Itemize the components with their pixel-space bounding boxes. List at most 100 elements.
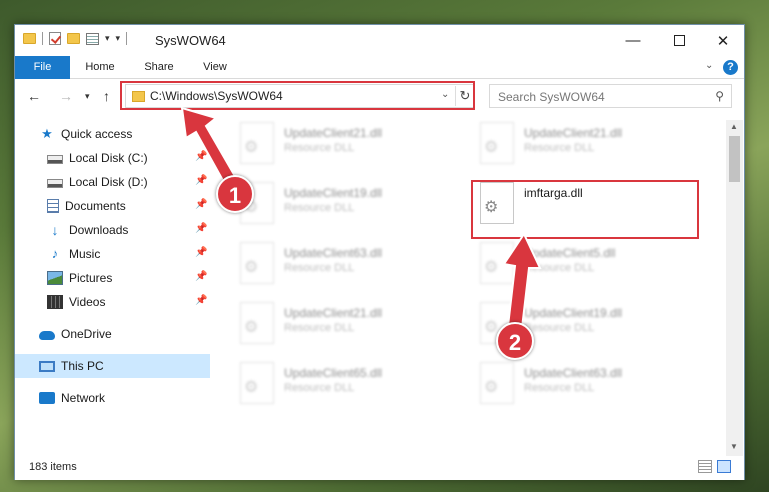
file-item[interactable]: UpdateClient21.dll Resource DLL: [240, 300, 470, 358]
file-name: UpdateClient19.dll: [284, 186, 383, 200]
file-item[interactable]: UpdateClient21.dll Resource DLL: [480, 120, 710, 178]
sidebar-item-label: Network: [61, 391, 106, 405]
sidebar-item-videos[interactable]: Videos 📌: [15, 290, 210, 314]
scroll-down-icon[interactable]: ▼: [730, 442, 738, 451]
file-item[interactable]: UpdateClient63.dll Resource DLL: [240, 240, 470, 298]
sidebar-item-pictures[interactable]: Pictures 📌: [15, 266, 210, 290]
dll-file-icon: [480, 122, 514, 164]
sidebar-item-local-disk-c[interactable]: Local Disk (C:) 📌: [15, 146, 210, 170]
file-name: UpdateClient5.dll: [524, 246, 616, 260]
pin-icon[interactable]: 📌: [195, 223, 207, 234]
status-bar: 183 items: [15, 456, 744, 480]
sidebar-item-label: Videos: [69, 295, 106, 309]
sidebar-item-quick-access[interactable]: ★ Quick access: [15, 122, 210, 146]
file-name: UpdateClient21.dll: [284, 306, 383, 320]
music-icon: ♪: [51, 246, 59, 261]
vertical-scrollbar[interactable]: ▲ ▼: [726, 120, 743, 456]
large-icons-view-icon[interactable]: [717, 460, 731, 473]
disk-icon: [47, 178, 63, 188]
sidebar-item-this-pc[interactable]: This PC: [15, 354, 210, 378]
sidebar-item-label: Local Disk (D:): [69, 175, 148, 189]
download-icon: ↓: [51, 222, 59, 238]
videos-icon: [47, 295, 63, 309]
sidebar-item-local-disk-d[interactable]: Local Disk (D:) 📌: [15, 170, 210, 194]
file-item[interactable]: UpdateClient21.dll Resource DLL: [240, 120, 470, 178]
tab-share[interactable]: Share: [134, 56, 184, 79]
file-type: Resource DLL: [284, 262, 355, 274]
item-count: 183 items: [29, 461, 77, 473]
file-name: UpdateClient65.dll: [284, 366, 383, 380]
scroll-up-icon[interactable]: ▲: [730, 122, 738, 131]
file-type: Resource DLL: [524, 382, 595, 394]
sidebar-item-label: Downloads: [69, 223, 129, 237]
toolbar-separator: [126, 32, 128, 45]
close-button[interactable]: ✕: [700, 25, 746, 56]
file-type: Resource DLL: [524, 142, 595, 154]
cloud-icon: [39, 331, 55, 340]
pin-icon[interactable]: 📌: [195, 175, 207, 186]
quick-access-toolbar: ▾ ▾: [23, 32, 128, 45]
pin-icon[interactable]: 📌: [195, 295, 207, 306]
sidebar-item-documents[interactable]: Documents 📌: [15, 194, 210, 218]
sidebar-item-downloads[interactable]: ↓ Downloads 📌: [15, 218, 210, 242]
sidebar-item-label: Quick access: [61, 127, 133, 141]
pc-icon: [39, 360, 55, 372]
ribbon-tabs: File Home Share View ⌄ ?: [15, 56, 744, 79]
toolbar-separator: [42, 32, 43, 45]
dll-file-icon: [480, 362, 514, 404]
address-highlight-box: [120, 81, 475, 110]
tab-view[interactable]: View: [190, 56, 240, 79]
folder-icon: [23, 33, 36, 44]
file-item[interactable]: UpdateClient5.dll Resource DLL: [480, 240, 710, 298]
file-highlight-box: [471, 180, 699, 239]
details-view-icon[interactable]: [698, 460, 712, 473]
disk-icon: [47, 154, 63, 164]
new-folder-icon[interactable]: [67, 33, 80, 44]
chevron-down-icon[interactable]: ▾: [105, 33, 110, 44]
sidebar-item-network[interactable]: Network: [15, 386, 210, 410]
dll-file-icon: [240, 302, 274, 344]
maximize-icon: [673, 35, 685, 46]
properties-icon[interactable]: [86, 32, 99, 45]
sidebar-item-music[interactable]: ♪ Music 📌: [15, 242, 210, 266]
pin-icon[interactable]: 📌: [195, 271, 207, 282]
file-list: UpdateClient21.dll Resource DLL UpdateCli…: [220, 120, 725, 450]
scrollbar-thumb[interactable]: [729, 136, 740, 182]
pin-icon[interactable]: 📌: [195, 151, 207, 162]
search-input[interactable]: Search SysWOW64 ⚲: [489, 84, 732, 108]
sidebar-item-label: Documents: [65, 199, 126, 213]
pin-icon[interactable]: 📌: [195, 247, 207, 258]
minimize-button[interactable]: —: [610, 25, 656, 56]
forward-button[interactable]: →: [59, 88, 73, 104]
sidebar-item-onedrive[interactable]: OneDrive: [15, 322, 210, 346]
sidebar-item-label: This PC: [61, 359, 104, 373]
step-1-badge: 1: [216, 175, 254, 213]
tab-file[interactable]: File: [15, 56, 70, 79]
maximize-button[interactable]: [656, 25, 702, 56]
sidebar-item-label: Pictures: [69, 271, 113, 285]
help-icon[interactable]: ?: [723, 60, 738, 75]
file-type: Resource DLL: [524, 262, 595, 274]
file-item[interactable]: UpdateClient63.dll Resource DLL: [480, 360, 710, 418]
file-item[interactable]: UpdateClient65.dll Resource DLL: [240, 360, 470, 418]
dll-file-icon: [480, 242, 514, 284]
file-name: UpdateClient63.dll: [284, 246, 383, 260]
pictures-icon: [47, 271, 63, 285]
expand-ribbon-icon[interactable]: ⌄: [705, 60, 713, 71]
tab-home[interactable]: Home: [75, 56, 125, 79]
file-type: Resource DLL: [284, 382, 355, 394]
customize-toolbar-icon[interactable]: ▾: [116, 33, 121, 44]
properties-check-icon[interactable]: [49, 32, 61, 45]
up-button[interactable]: ↑: [103, 88, 110, 104]
file-name: UpdateClient19.dll: [524, 306, 623, 320]
sidebar-item-label: Local Disk (C:): [69, 151, 148, 165]
sidebar-item-label: OneDrive: [61, 327, 112, 341]
back-button[interactable]: ←: [27, 88, 41, 104]
network-icon: [39, 392, 55, 404]
documents-icon: [47, 199, 59, 213]
file-item[interactable]: UpdateClient19.dll Resource DLL: [240, 180, 470, 238]
step-2-badge: 2: [496, 322, 534, 360]
recent-locations-button[interactable]: ▾: [85, 91, 90, 102]
pin-icon[interactable]: 📌: [195, 199, 207, 210]
file-name: UpdateClient21.dll: [284, 126, 383, 140]
